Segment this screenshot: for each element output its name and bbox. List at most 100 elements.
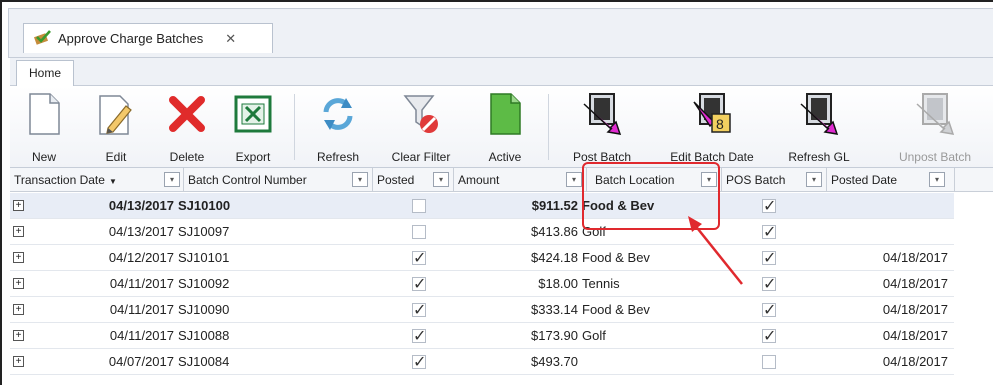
posted-checkbox[interactable] — [412, 248, 426, 268]
table-row[interactable]: + 04/13/2017 SJ10100 $911.52 Food & Bev — [10, 193, 954, 219]
pos-batch-checkbox[interactable] — [762, 222, 776, 242]
table-row[interactable]: + 04/12/2017 SJ10101 $424.18 Food & Bev … — [10, 245, 954, 271]
cell-amount: $413.86 — [531, 224, 578, 239]
filter-dropdown-icon[interactable]: ▾ — [929, 172, 945, 187]
cell-batch-location: Tennis — [582, 276, 620, 291]
post-batch-button[interactable]: Post Batch — [562, 90, 642, 166]
annotation-arrow-icon — [688, 216, 743, 285]
expand-icon[interactable]: + — [13, 200, 24, 211]
table-row[interactable]: + 04/11/2017 SJ10090 $333.14 Food & Bev … — [10, 297, 954, 323]
cell-posted-date: 04/18/2017 — [882, 302, 948, 317]
sort-descending-icon[interactable]: ▼ — [109, 177, 117, 186]
pos-batch-checkbox[interactable] — [762, 300, 776, 320]
column-header-batch-control-number[interactable]: Batch Control Number ▾ — [184, 168, 373, 192]
cell-transaction-date: 04/11/2017 — [109, 328, 174, 343]
cell-transaction-date: 04/12/2017 — [108, 250, 174, 265]
cell-amount: $493.70 — [531, 354, 578, 369]
cell-posted-date: 04/18/2017 — [882, 250, 948, 265]
column-header-pos-batch[interactable]: POS Batch ▾ — [722, 168, 827, 192]
posted-checkbox[interactable] — [412, 352, 426, 372]
new-document-icon — [20, 90, 68, 138]
cell-batch-location: Food & Bev — [582, 302, 650, 317]
edit-button[interactable]: Edit — [96, 90, 136, 166]
ribbon-separator — [294, 94, 295, 160]
cell-batch-control-number: SJ10097 — [178, 224, 230, 239]
expand-icon[interactable]: + — [13, 252, 24, 263]
cell-batch-control-number: SJ10090 — [178, 302, 230, 317]
pos-batch-checkbox[interactable] — [762, 274, 776, 294]
posted-checkbox[interactable] — [412, 300, 426, 320]
ribbon-tab-bar: Home — [10, 58, 993, 87]
approve-check-icon — [33, 29, 52, 48]
posted-checkbox[interactable] — [412, 225, 426, 239]
cell-batch-control-number: SJ10101 — [178, 250, 230, 265]
post-batch-arrow-icon — [578, 90, 626, 138]
pos-batch-checkbox[interactable] — [762, 248, 776, 268]
delete-x-icon — [163, 90, 211, 138]
active-document-icon — [481, 90, 529, 138]
table-row[interactable]: + 04/11/2017 SJ10092 $18.00 Tennis 04/18… — [10, 271, 954, 297]
expand-icon[interactable]: + — [13, 278, 24, 289]
expand-icon[interactable]: + — [13, 304, 24, 315]
column-header-transaction-date[interactable]: Transaction Date ▼ ▾ — [10, 168, 184, 192]
filter-dropdown-icon[interactable]: ▾ — [352, 172, 368, 187]
column-header-posted-date[interactable]: Posted Date ▾ — [827, 168, 955, 192]
document-tab-strip: Approve Charge Batches ✕ — [8, 8, 993, 58]
close-icon[interactable]: ✕ — [225, 31, 236, 47]
posted-checkbox[interactable] — [412, 199, 426, 213]
cell-batch-control-number: SJ10084 — [178, 354, 230, 369]
cell-transaction-date: 04/11/2017 — [109, 302, 174, 317]
cell-amount: $173.90 — [531, 328, 578, 343]
column-header-amount[interactable]: Amount ▾ — [454, 168, 587, 192]
posted-checkbox[interactable] — [412, 326, 426, 346]
cell-amount: $18.00 — [538, 276, 578, 291]
cell-transaction-date: 04/11/2017 — [109, 276, 174, 291]
posted-checkbox[interactable] — [412, 274, 426, 294]
refresh-button[interactable]: Refresh — [308, 90, 368, 166]
active-button[interactable]: Active — [480, 90, 530, 166]
pos-batch-checkbox[interactable] — [762, 326, 776, 346]
ribbon-separator — [548, 94, 549, 160]
clear-filter-button[interactable]: Clear Filter — [386, 90, 456, 166]
edit-batch-date-button[interactable]: 8 Edit Batch Date — [660, 90, 764, 166]
cell-amount: $911.52 — [531, 198, 578, 213]
filter-dropdown-icon[interactable]: ▾ — [433, 172, 449, 187]
cell-posted-date: 04/18/2017 — [882, 328, 948, 343]
cell-batch-location: Food & Bev — [582, 250, 650, 265]
table-row[interactable]: + 04/11/2017 SJ10088 $173.90 Golf 04/18/… — [10, 323, 954, 349]
cell-amount: $333.14 — [531, 302, 578, 317]
expand-icon[interactable]: + — [13, 330, 24, 341]
tab-home[interactable]: Home — [16, 60, 74, 87]
filter-dropdown-icon[interactable]: ▾ — [806, 172, 822, 187]
expand-icon[interactable]: + — [13, 226, 24, 237]
cell-posted-date: 04/18/2017 — [882, 354, 948, 369]
clear-filter-funnel-icon — [397, 90, 445, 138]
svg-text:8: 8 — [716, 116, 724, 132]
delete-button[interactable]: Delete — [162, 90, 212, 166]
batches-grid: Transaction Date ▼ ▾ Batch Control Number… — [10, 168, 993, 385]
pos-batch-checkbox[interactable] — [762, 196, 776, 216]
cell-batch-location: Golf — [582, 328, 606, 343]
cell-transaction-date: 04/13/2017 — [108, 224, 174, 239]
document-tab[interactable]: Approve Charge Batches ✕ — [23, 23, 273, 53]
column-header-posted[interactable]: Posted ▾ — [373, 168, 454, 192]
excel-export-icon — [229, 90, 277, 138]
new-button[interactable]: New — [24, 90, 64, 166]
table-row[interactable]: + 04/07/2017 SJ10084 $493.70 04/18/2017 — [10, 349, 954, 375]
table-row[interactable]: + 04/13/2017 SJ10097 $413.86 Golf — [10, 219, 954, 245]
grid-header: Transaction Date ▼ ▾ Batch Control Number… — [10, 168, 993, 192]
pos-batch-checkbox[interactable] — [762, 355, 776, 369]
export-button[interactable]: Export — [228, 90, 278, 166]
filter-dropdown-icon[interactable]: ▾ — [566, 172, 582, 187]
unpost-batch-button: Unpost Batch — [890, 90, 980, 166]
unpost-batch-icon — [911, 90, 959, 138]
edit-batch-date-icon: 8 — [688, 90, 736, 138]
cell-transaction-date: 04/13/2017 — [108, 198, 174, 213]
filter-dropdown-icon[interactable]: ▾ — [164, 172, 180, 187]
cell-transaction-date: 04/07/2017 — [108, 354, 174, 369]
cell-batch-control-number: SJ10088 — [178, 328, 230, 343]
expand-icon[interactable]: + — [13, 356, 24, 367]
cell-batch-control-number: SJ10100 — [178, 198, 231, 213]
cell-amount: $424.18 — [531, 250, 578, 265]
refresh-gl-button[interactable]: Refresh GL — [784, 90, 854, 166]
